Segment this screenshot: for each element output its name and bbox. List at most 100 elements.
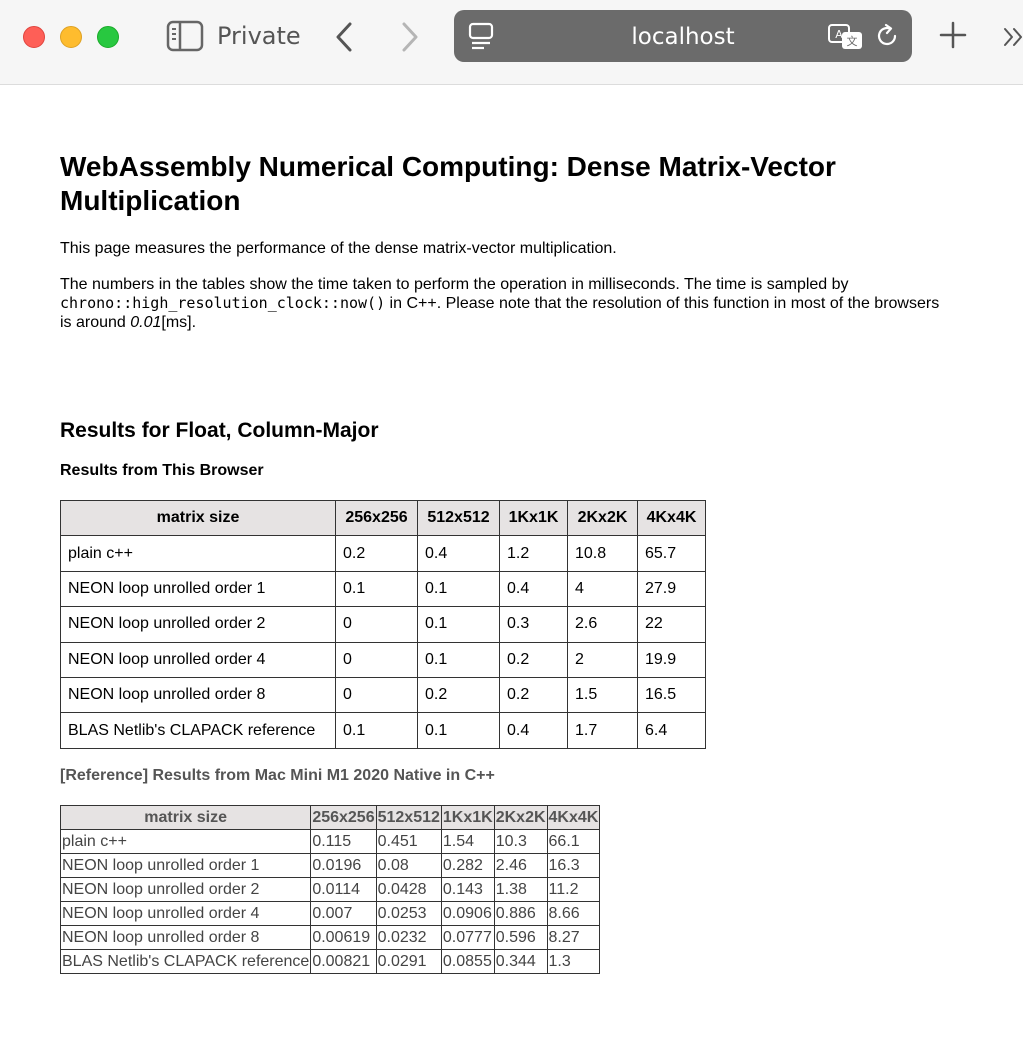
table-cell: 0.2 <box>499 641 568 678</box>
translate-icon[interactable]: A 文 <box>828 23 864 51</box>
table-cell: 0.0291 <box>375 949 442 974</box>
back-button[interactable] <box>330 20 358 54</box>
new-tab-button[interactable] <box>938 20 968 50</box>
table-cell: 0.1 <box>335 570 418 608</box>
tab-overflow-icon[interactable] <box>1000 22 1023 52</box>
description-part-3: [ms]. <box>161 314 197 331</box>
table-cell: 0.08 <box>375 853 442 878</box>
table-cell: 0.886 <box>493 901 548 926</box>
table-cell: 0.00821 <box>310 949 377 974</box>
minimize-window-button[interactable] <box>60 26 82 48</box>
table-cell: NEON loop unrolled order 4 <box>60 641 336 678</box>
description-part-1: The numbers in the tables show the time … <box>60 276 849 293</box>
table-cell: 4 <box>567 570 638 608</box>
table-row: plain c++ 0.2 0.4 1.2 10.8 65.7 <box>60 535 706 572</box>
table-cell: 0.115 <box>310 829 377 854</box>
page-content: WebAssembly Numerical Computing: Dense M… <box>60 150 960 332</box>
table-cell: plain c++ <box>59 829 312 854</box>
table-cell: 11.2 <box>546 877 601 902</box>
table-cell: 1.54 <box>440 829 495 854</box>
table-cell: 10.8 <box>567 535 638 572</box>
section-heading: Results for Float, Column-Major <box>60 419 379 442</box>
table-cell: NEON loop unrolled order 1 <box>59 853 312 878</box>
table-row: NEON loop unrolled order 8 0.00619 0.023… <box>59 925 601 950</box>
table-cell: 0.4 <box>499 570 568 608</box>
table-cell: 0.2 <box>335 535 418 572</box>
table-cell: 0 <box>335 676 418 714</box>
table-cell: 65.7 <box>637 535 706 572</box>
browser-results-heading: Results from This Browser <box>60 462 264 479</box>
svg-text:文: 文 <box>847 34 858 48</box>
table-row: BLAS Netlib's CLAPACK reference 0.00821 … <box>59 949 601 974</box>
table-cell: 0.3 <box>499 606 568 643</box>
column-header: 1Kx1K <box>499 499 568 537</box>
table-cell: BLAS Netlib's CLAPACK reference <box>60 712 336 749</box>
table-cell: 0.0428 <box>375 877 442 902</box>
table-cell: NEON loop unrolled order 4 <box>59 901 312 926</box>
table-cell: 1.3 <box>546 949 601 974</box>
column-header: 1Kx1K <box>440 805 495 830</box>
browser-results-table: matrix size 256x256 512x512 1Kx1K 2Kx2K … <box>60 499 706 749</box>
reference-results-table: matrix size 256x256 512x512 1Kx1K 2Kx2K … <box>59 805 601 974</box>
table-row: NEON loop unrolled order 1 0.0196 0.08 0… <box>59 853 601 878</box>
table-cell: 0.0253 <box>375 901 442 926</box>
table-row: NEON loop unrolled order 4 0.007 0.0253 … <box>59 901 601 926</box>
column-header: 2Kx2K <box>493 805 548 830</box>
table-cell: 0.1 <box>417 712 500 749</box>
table-cell: NEON loop unrolled order 8 <box>60 676 336 714</box>
close-window-button[interactable] <box>23 26 45 48</box>
table-cell: 1.5 <box>567 676 638 714</box>
description-text: The numbers in the tables show the time … <box>60 275 940 332</box>
table-cell: 0.1 <box>335 712 418 749</box>
table-cell: 0.4 <box>499 712 568 749</box>
table-cell: 2.6 <box>567 606 638 643</box>
zoom-window-button[interactable] <box>97 26 119 48</box>
reload-icon[interactable] <box>874 23 900 49</box>
table-cell: 0.1 <box>417 641 500 678</box>
column-header: 4Kx4K <box>637 499 706 537</box>
table-cell: 0.00619 <box>310 925 377 950</box>
table-cell: 0.1 <box>417 606 500 643</box>
column-header: 512x512 <box>375 805 442 830</box>
table-cell: 0.0906 <box>440 901 495 926</box>
table-cell: 66.1 <box>546 829 601 854</box>
table-cell: 1.7 <box>567 712 638 749</box>
browser-toolbar: Private localhost A 文 <box>0 0 1023 85</box>
table-cell: 8.66 <box>546 901 601 926</box>
page-title: WebAssembly Numerical Computing: Dense M… <box>60 151 836 216</box>
table-cell: 10.3 <box>493 829 548 854</box>
table-cell: 0.4 <box>417 535 500 572</box>
private-label: Private <box>217 22 301 50</box>
column-header: 512x512 <box>417 499 500 537</box>
intro-text: This page measures the performance of th… <box>60 240 617 257</box>
table-header-row: matrix size 256x256 512x512 1Kx1K 2Kx2K … <box>60 499 706 537</box>
column-header: 256x256 <box>310 805 377 830</box>
table-cell: 0.451 <box>375 829 442 854</box>
table-cell: 8.27 <box>546 925 601 950</box>
column-header: 2Kx2K <box>567 499 638 537</box>
table-cell: 0.0777 <box>440 925 495 950</box>
table-cell: 0 <box>335 641 418 678</box>
table-cell: 0.007 <box>310 901 377 926</box>
table-row: NEON loop unrolled order 2 0 0.1 0.3 2.6… <box>60 606 706 643</box>
table-row: NEON loop unrolled order 4 0 0.1 0.2 2 1… <box>60 641 706 678</box>
table-cell: NEON loop unrolled order 8 <box>59 925 312 950</box>
forward-button[interactable] <box>396 20 424 54</box>
table-cell: NEON loop unrolled order 2 <box>59 877 312 902</box>
sidebar-toggle-icon[interactable] <box>166 20 204 52</box>
table-cell: 0.0114 <box>310 877 377 902</box>
table-cell: 1.2 <box>499 535 568 572</box>
table-cell: 0.1 <box>417 570 500 608</box>
column-header: 4Kx4K <box>546 805 601 830</box>
table-cell: 16.5 <box>637 676 706 714</box>
table-row: plain c++ 0.115 0.451 1.54 10.3 66.1 <box>59 829 601 854</box>
table-row: NEON loop unrolled order 2 0.0114 0.0428… <box>59 877 601 902</box>
table-cell: NEON loop unrolled order 2 <box>60 606 336 643</box>
table-row: NEON loop unrolled order 8 0 0.2 0.2 1.5… <box>60 676 706 714</box>
address-bar[interactable]: localhost A 文 <box>454 10 912 62</box>
table-cell: 1.38 <box>493 877 548 902</box>
reference-results-heading: [Reference] Results from Mac Mini M1 202… <box>60 767 495 784</box>
description-emphasis: 0.01 <box>130 314 162 331</box>
table-cell: 2.46 <box>493 853 548 878</box>
column-header: matrix size <box>60 499 336 537</box>
